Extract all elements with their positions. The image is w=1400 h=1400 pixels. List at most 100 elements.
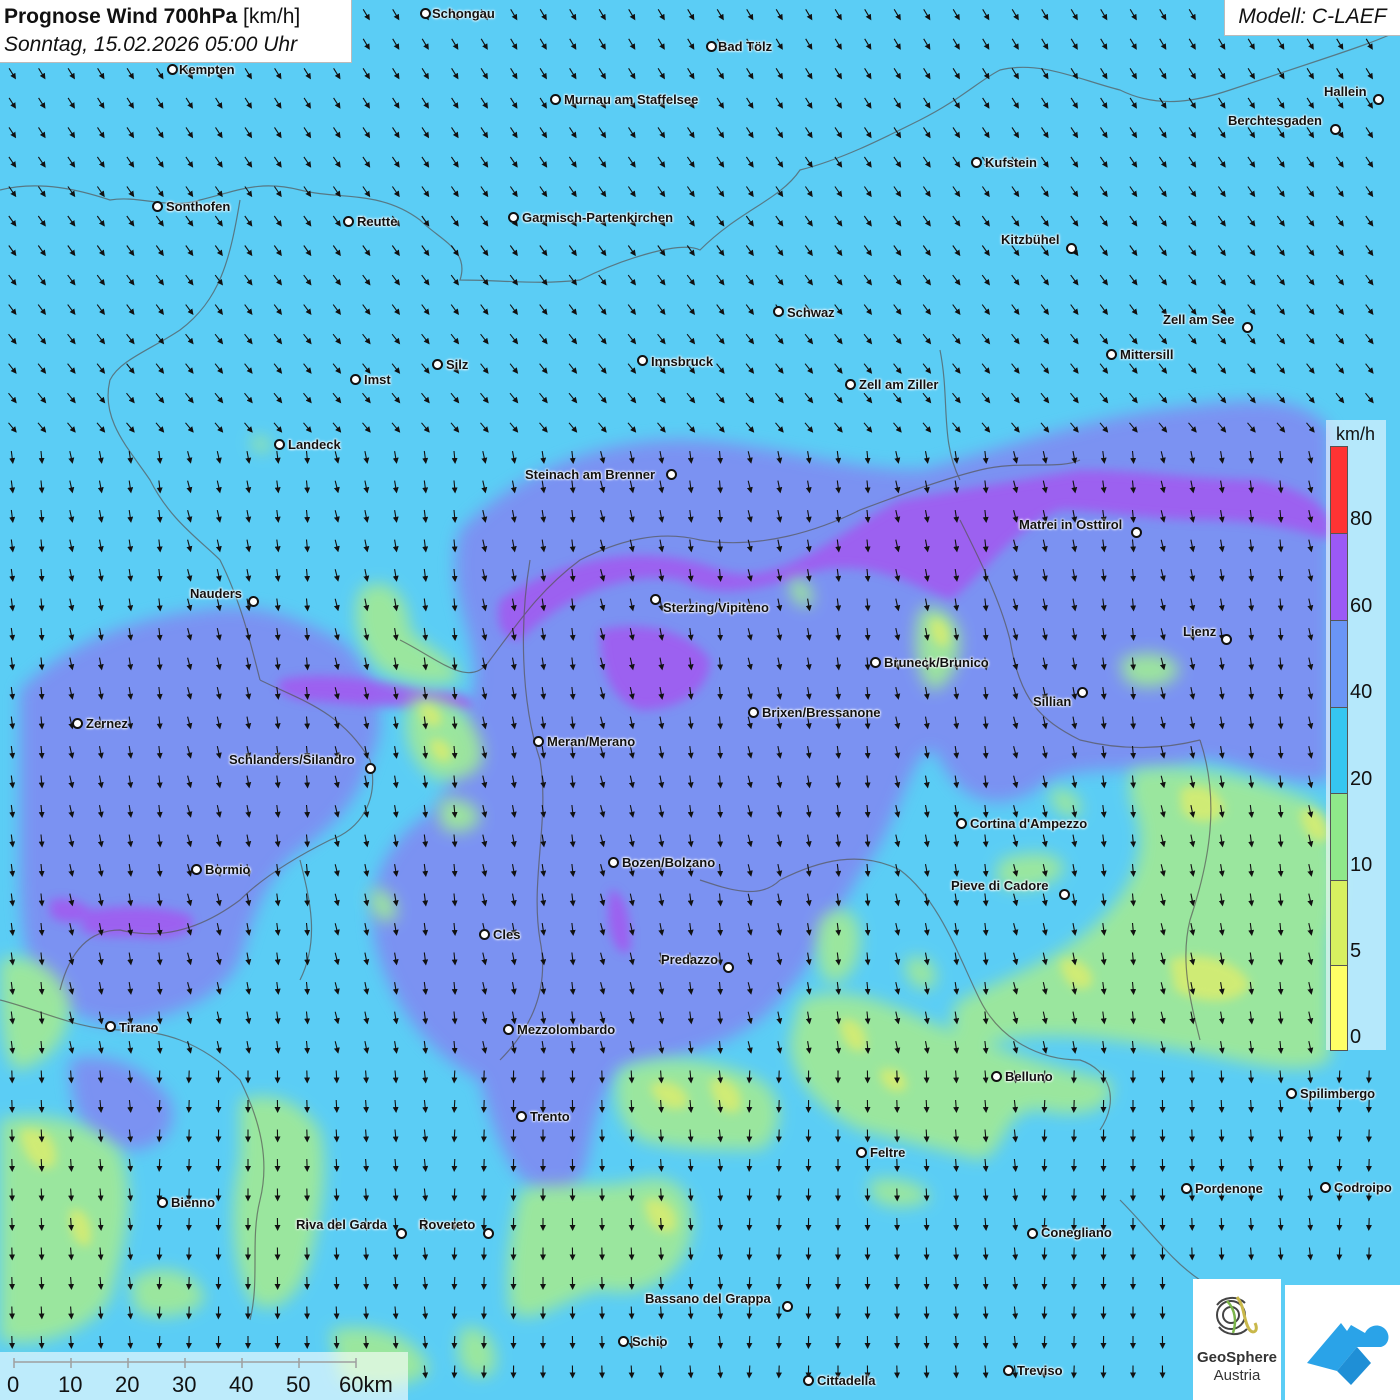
wind-arrow	[451, 1247, 458, 1261]
wind-arrow	[746, 1129, 753, 1143]
city-dot	[1027, 1228, 1038, 1239]
city-dot	[483, 1228, 494, 1239]
wind-arrow	[628, 1217, 635, 1231]
city-dot	[1242, 322, 1253, 333]
wind-arrow	[156, 1099, 163, 1113]
city-dot	[1003, 1365, 1014, 1376]
city-dot	[1330, 124, 1341, 135]
geosphere-logo-subtext: Austria	[1213, 1367, 1261, 1384]
wind-arrow	[746, 1276, 753, 1290]
wind-arrow	[451, 1335, 458, 1349]
wind-arrow	[38, 1306, 45, 1320]
wind-arrow	[1218, 1129, 1225, 1143]
wind-arrow	[1041, 1247, 1048, 1261]
city-label: Kempten	[179, 62, 235, 77]
wind-arrow	[1041, 1099, 1048, 1113]
legend-swatch-60	[1330, 533, 1348, 621]
wind-arrow	[451, 1129, 458, 1143]
city-label: Garmisch-Partenkirchen	[522, 210, 674, 225]
city-label: Mezzolombardo	[517, 1022, 616, 1037]
city-dot	[191, 864, 202, 875]
city-dot	[550, 94, 561, 105]
city-label: Nauders	[190, 586, 243, 601]
legend-label-5: 5	[1350, 940, 1362, 962]
city-label: Conegliano	[1041, 1225, 1112, 1240]
city-label: Bassano del Grappa	[645, 1291, 771, 1306]
wind-arrow	[628, 1129, 635, 1143]
city-dot	[105, 1021, 116, 1032]
legend-swatch-5	[1330, 880, 1348, 966]
city-label: Schwaz	[787, 305, 835, 320]
city-dot	[870, 657, 881, 668]
city-label: Pieve di Cadore	[951, 878, 1049, 893]
wind-arrow	[1218, 1099, 1225, 1113]
mountain-cloud-icon	[1307, 1323, 1389, 1385]
city-label: Schio	[632, 1334, 668, 1349]
geosphere-logo[interactable]: GeoSphere Austria	[1193, 1279, 1281, 1400]
city-dot	[503, 1024, 514, 1035]
wind-arrow	[923, 1188, 930, 1202]
wind-arrow	[1336, 1099, 1343, 1113]
city-label: Sillian	[1033, 694, 1072, 709]
legend-label-10: 10	[1350, 854, 1373, 876]
city-dot	[1320, 1182, 1331, 1193]
scale-label-10: 10	[58, 1372, 83, 1397]
wind-arrow	[1336, 1217, 1343, 1231]
wind-arrow	[156, 1070, 163, 1084]
city-label: Mittersill	[1120, 347, 1174, 362]
legend-swatch-40	[1330, 620, 1348, 708]
wind-arrow	[628, 1306, 635, 1320]
wind-arrow	[156, 1129, 163, 1143]
wind-arrow	[333, 1070, 340, 1084]
weather-app-logo[interactable]	[1285, 1285, 1400, 1400]
map-title-unit: [km/h]	[243, 5, 301, 28]
wind-arrow	[38, 1158, 45, 1172]
city-label: Cortina d'Ampezzo	[970, 816, 1088, 831]
wind-arrow	[333, 1158, 340, 1172]
city-dot	[773, 306, 784, 317]
city-label: Kufstein	[985, 155, 1037, 170]
wind-arrow	[38, 1335, 45, 1349]
wind-arrow	[451, 1188, 458, 1202]
city-label: Bad Tölz	[718, 39, 773, 54]
wind-arrow	[333, 1276, 340, 1290]
wind-arrow	[1336, 1129, 1343, 1143]
city-label: Cittadella	[817, 1373, 876, 1388]
city-label: Meran/Merano	[547, 734, 636, 749]
wind-arrow	[628, 1247, 635, 1261]
wind-arrow	[923, 1070, 930, 1084]
wind-arrow	[38, 1188, 45, 1202]
wind-arrow	[38, 1070, 45, 1084]
wind-arrow	[746, 1188, 753, 1202]
wind-arrow	[746, 1070, 753, 1084]
city-label: Treviso	[1017, 1363, 1063, 1378]
legend-label-20: 20	[1350, 768, 1373, 790]
model-label: Modell: C-LAEF	[1224, 0, 1400, 36]
wind-arrow	[746, 1099, 753, 1113]
wind-arrow	[156, 1247, 163, 1261]
legend-label-80: 80	[1350, 508, 1373, 530]
city-dot	[72, 718, 83, 729]
city-dot	[650, 594, 661, 605]
wind-arrow	[156, 1158, 163, 1172]
legend-label-0: 0	[1350, 1026, 1362, 1048]
wind-arrow	[746, 1306, 753, 1320]
wind-arrow	[451, 1306, 458, 1320]
wind-arrow	[333, 1335, 340, 1349]
wind-arrow	[156, 1276, 163, 1290]
city-dot	[248, 596, 259, 607]
wind-arrow	[451, 1099, 458, 1113]
scale-label-50: 50	[286, 1372, 311, 1397]
wind-arrow	[923, 1306, 930, 1320]
city-label: Trento	[530, 1109, 570, 1124]
city-dot	[618, 1336, 629, 1347]
city-label: Zernez	[86, 716, 128, 731]
city-label: Imst	[364, 372, 391, 387]
wind-arrow	[1218, 1158, 1225, 1172]
wind-arrow	[628, 1070, 635, 1084]
wind-arrow	[38, 1099, 45, 1113]
wind-arrow	[1041, 1306, 1048, 1320]
map-title-main: Prognose Wind 700hPa	[4, 5, 238, 28]
wind-arrow	[333, 1188, 340, 1202]
city-dot	[608, 857, 619, 868]
